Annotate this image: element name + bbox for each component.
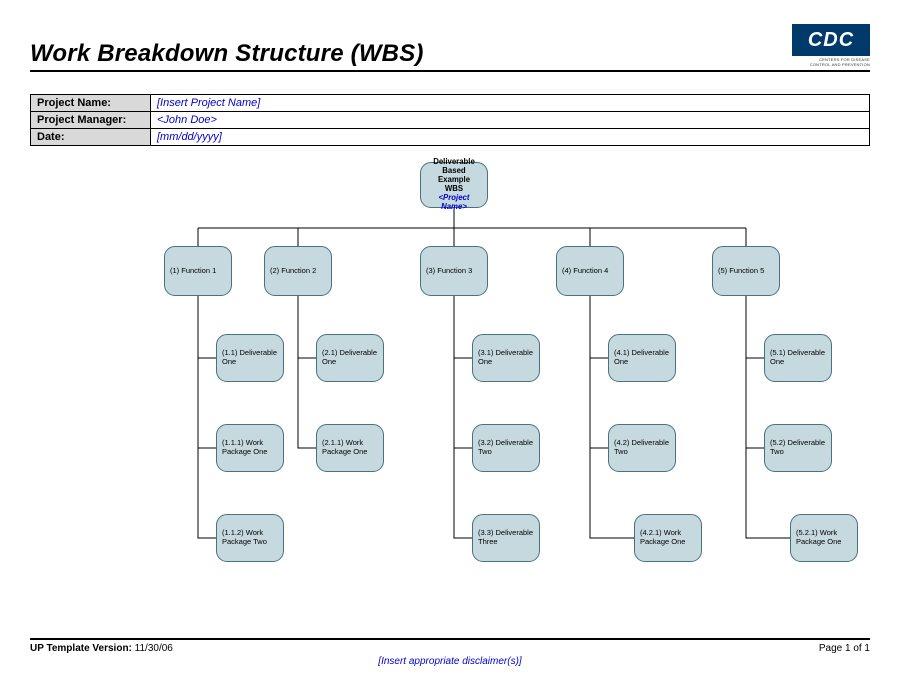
cdc-logo-text: CDC <box>792 24 870 56</box>
node-3-2: (3.2) Deliverable Two <box>472 424 540 472</box>
cdc-logo-subtitle: CENTERS FOR DISEASE CONTROL AND PREVENTI… <box>792 57 870 67</box>
project-manager-value: <John Doe> <box>151 112 870 129</box>
disclaimer: [Insert appropriate disclaimer(s)] <box>30 656 870 667</box>
project-name-value: [Insert Project Name] <box>151 95 870 112</box>
node-function-5: (5) Function 5 <box>712 246 780 296</box>
node-5-2: (5.2) Deliverable Two <box>764 424 832 472</box>
node-5-2-1: (5.2.1) Work Package One <box>790 514 858 562</box>
node-root: Deliverable Based Example WBS <Project N… <box>420 162 488 208</box>
cdc-logo: CDC CENTERS FOR DISEASE CONTROL AND PREV… <box>792 24 870 64</box>
wbs-connectors <box>30 154 870 604</box>
page-number: Page 1 of 1 <box>819 643 870 654</box>
node-4-1: (4.1) Deliverable One <box>608 334 676 382</box>
node-3-1: (3.1) Deliverable One <box>472 334 540 382</box>
project-manager-label: Project Manager: <box>31 112 151 129</box>
node-5-1: (5.1) Deliverable One <box>764 334 832 382</box>
node-4-2: (4.2) Deliverable Two <box>608 424 676 472</box>
version-info: UP Template Version: 11/30/06 <box>30 643 173 654</box>
date-label: Date: <box>31 129 151 146</box>
meta-table: Project Name: [Insert Project Name] Proj… <box>30 94 870 146</box>
wbs-diagram: Deliverable Based Example WBS <Project N… <box>30 154 870 604</box>
node-1-1: (1.1) Deliverable One <box>216 334 284 382</box>
node-3-3: (3.3) Deliverable Three <box>472 514 540 562</box>
node-function-1: (1) Function 1 <box>164 246 232 296</box>
node-1-1-2: (1.1.2) Work Package Two <box>216 514 284 562</box>
node-function-2: (2) Function 2 <box>264 246 332 296</box>
node-function-4: (4) Function 4 <box>556 246 624 296</box>
node-2-1: (2.1) Deliverable One <box>316 334 384 382</box>
node-2-1-1: (2.1.1) Work Package One <box>316 424 384 472</box>
node-4-2-1: (4.2.1) Work Package One <box>634 514 702 562</box>
node-function-3: (3) Function 3 <box>420 246 488 296</box>
project-name-label: Project Name: <box>31 95 151 112</box>
page-title: Work Breakdown Structure (WBS) <box>30 40 424 68</box>
date-value: [mm/dd/yyyy] <box>151 129 870 146</box>
node-1-1-1: (1.1.1) Work Package One <box>216 424 284 472</box>
footer: UP Template Version: 11/30/06 Page 1 of … <box>30 638 870 667</box>
